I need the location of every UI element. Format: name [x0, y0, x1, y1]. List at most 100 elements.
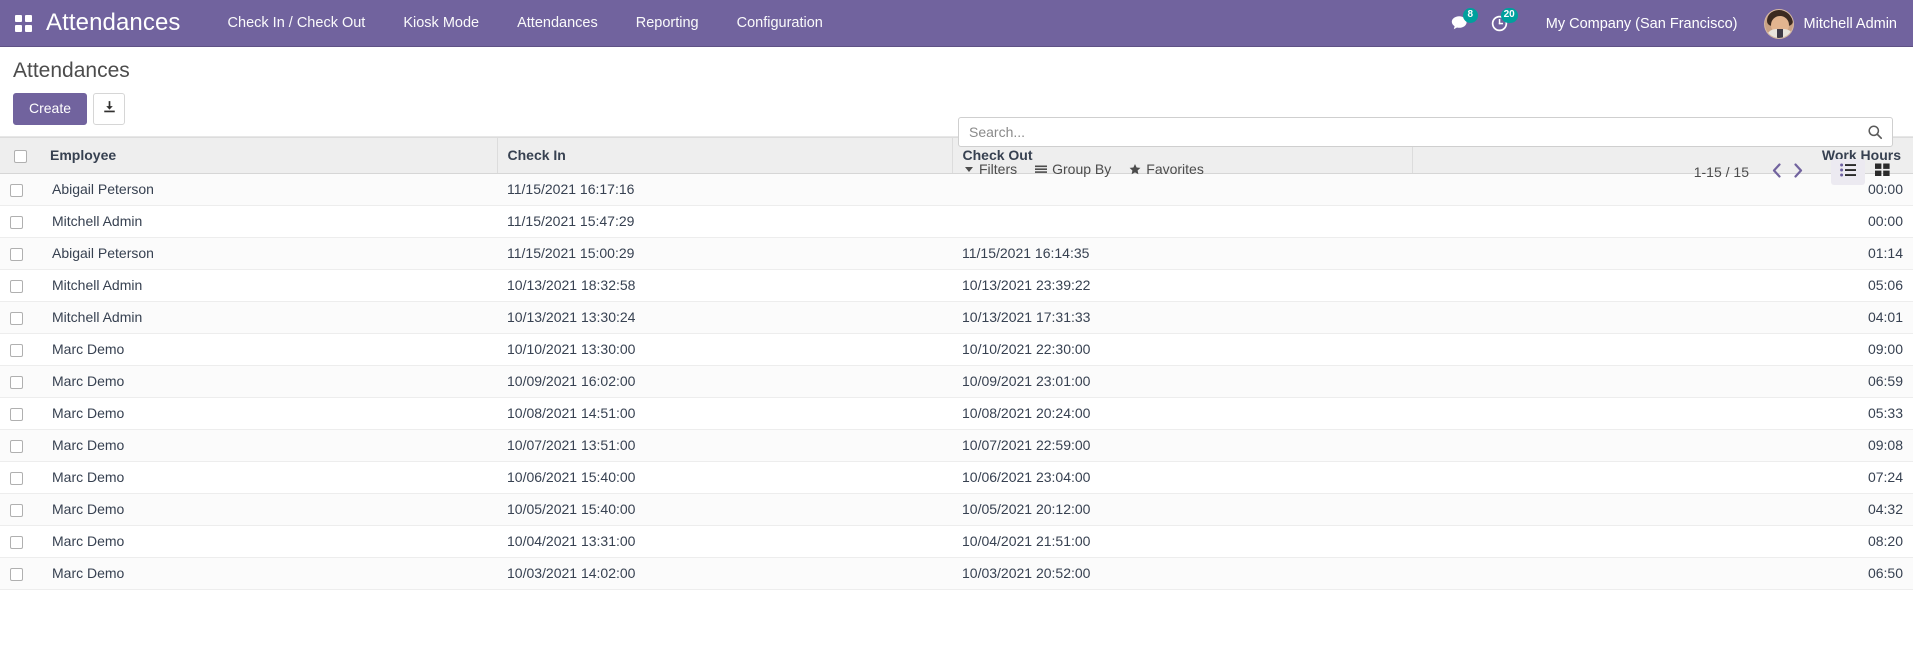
table-row[interactable]: Mitchell Admin 10/13/2021 18:32:58 10/13/2…	[0, 269, 1913, 302]
row-checkbox[interactable]	[10, 279, 23, 293]
table-row[interactable]: Marc Demo 10/05/2021 15:40:00 10/05/2021 2…	[0, 493, 1913, 526]
pager: 1-15 / 15	[1694, 161, 1809, 183]
cell-work-hours: 01:14	[1412, 237, 1913, 270]
cell-work-hours: 05:33	[1412, 397, 1913, 430]
row-select-cell	[0, 461, 42, 494]
app-brand-attendances[interactable]: Attendances	[46, 9, 187, 37]
row-checkbox[interactable]	[10, 535, 23, 549]
company-switcher[interactable]: My Company (San Francisco)	[1520, 16, 1752, 32]
row-checkbox[interactable]	[10, 183, 23, 197]
messages-menu-button[interactable]: 8	[1440, 0, 1480, 47]
row-select-cell	[0, 397, 42, 430]
cell-check-in: 11/15/2021 15:47:29	[497, 205, 952, 238]
table-row[interactable]: Marc Demo 10/06/2021 15:40:00 10/06/2021 2…	[0, 461, 1913, 494]
control-panel-buttons: Create	[13, 93, 130, 125]
row-checkbox[interactable]	[10, 567, 23, 581]
cell-employee: Marc Demo	[42, 493, 497, 526]
select-all-cell	[0, 137, 42, 174]
menu-item-kiosk-mode[interactable]: Kiosk Mode	[384, 0, 498, 47]
cell-employee: Mitchell Admin	[42, 301, 497, 334]
kanban-view-button[interactable]	[1865, 159, 1899, 185]
pager-next-button[interactable]	[1787, 161, 1809, 183]
cell-check-in: 10/08/2021 14:51:00	[497, 397, 952, 430]
cell-employee: Mitchell Admin	[42, 205, 497, 238]
cell-check-out: 10/04/2021 21:51:00	[952, 525, 1412, 558]
row-checkbox[interactable]	[10, 375, 23, 389]
favorites-star-icon	[1129, 163, 1141, 175]
search-icon[interactable]	[1864, 121, 1886, 143]
create-button[interactable]: Create	[13, 93, 88, 125]
apps-grid-icon	[14, 14, 32, 32]
user-menu-button[interactable]: Mitchell Admin	[1752, 8, 1897, 39]
table-row[interactable]: Mitchell Admin 10/13/2021 13:30:24 10/13/2…	[0, 301, 1913, 334]
row-select-cell	[0, 269, 42, 302]
group-by-dropdown[interactable]: Group By	[1029, 159, 1123, 179]
cell-check-in: 10/07/2021 13:51:00	[497, 429, 952, 462]
cell-check-out: 10/05/2021 20:12:00	[952, 493, 1412, 526]
menu-item-attendances[interactable]: Attendances	[498, 0, 617, 47]
row-select-cell	[0, 429, 42, 462]
cell-check-in: 10/13/2021 13:30:24	[497, 301, 952, 334]
pager-previous-button[interactable]	[1765, 161, 1787, 183]
cell-check-out: 11/15/2021 16:14:35	[952, 237, 1412, 270]
row-select-cell	[0, 493, 42, 526]
control-panel: Attendances Create Search... Filters Gro…	[0, 47, 1913, 185]
table-row[interactable]: Marc Demo 10/10/2021 13:30:00 10/10/2021 2…	[0, 333, 1913, 366]
table-row[interactable]: Marc Demo 10/09/2021 16:02:00 10/09/2021 2…	[0, 365, 1913, 398]
cell-check-in: 11/15/2021 16:17:16	[497, 173, 952, 206]
cell-check-out: 10/07/2021 22:59:00	[952, 429, 1412, 462]
row-checkbox[interactable]	[10, 311, 23, 325]
row-select-cell	[0, 237, 42, 270]
cell-employee: Marc Demo	[42, 429, 497, 462]
table-row[interactable]: Marc Demo 10/04/2021 13:31:00 10/04/2021 2…	[0, 525, 1913, 558]
cell-employee: Mitchell Admin	[42, 269, 497, 302]
cell-check-out	[952, 205, 1412, 238]
cell-check-in: 10/09/2021 16:02:00	[497, 365, 952, 398]
row-checkbox[interactable]	[10, 343, 23, 357]
pager-value: 1-15 / 15	[1693, 164, 1749, 180]
table-row[interactable]: Abigail Peterson 11/15/2021 15:00:29 11/15…	[0, 237, 1913, 270]
cell-employee: Marc Demo	[42, 461, 497, 494]
page-title: Attendances	[13, 59, 130, 82]
import-button[interactable]	[93, 93, 126, 125]
column-header-employee[interactable]: Employee	[42, 137, 498, 174]
activities-menu-button[interactable]: 20	[1480, 0, 1520, 47]
messages-counter-badge: 8	[1462, 8, 1478, 23]
cell-check-in: 10/05/2021 15:40:00	[497, 493, 952, 526]
column-header-check-in[interactable]: Check In	[497, 137, 953, 174]
row-checkbox[interactable]	[10, 439, 23, 453]
menu-item-check-in-check-out[interactable]: Check In / Check Out	[209, 0, 385, 47]
view-switcher	[1831, 159, 1899, 185]
row-checkbox[interactable]	[10, 503, 23, 517]
table-row[interactable]: Marc Demo 10/08/2021 14:51:00 10/08/2021 2…	[0, 397, 1913, 430]
menu-item-reporting[interactable]: Reporting	[617, 0, 718, 47]
cell-check-in: 10/10/2021 13:30:00	[497, 333, 952, 366]
search-input[interactable]	[967, 119, 1864, 145]
favorites-dropdown[interactable]: Favorites	[1123, 159, 1216, 179]
table-row[interactable]: Mitchell Admin 11/15/2021 15:47:29 00:00	[0, 205, 1913, 238]
user-name-label: Mitchell Admin	[1803, 15, 1897, 32]
select-all-checkbox[interactable]	[14, 149, 27, 163]
filters-dropdown[interactable]: Filters	[958, 159, 1029, 179]
cell-work-hours: 08:20	[1412, 525, 1913, 558]
cell-work-hours: 06:59	[1412, 365, 1913, 398]
list-view-button[interactable]	[1831, 159, 1865, 185]
avatar	[1763, 8, 1794, 39]
row-checkbox[interactable]	[10, 471, 23, 485]
activities-counter-badge: 20	[1500, 8, 1518, 23]
row-checkbox[interactable]	[10, 215, 23, 229]
menu-item-configuration[interactable]: Configuration	[718, 0, 842, 47]
cell-check-in: 10/13/2021 18:32:58	[497, 269, 952, 302]
cell-work-hours: 05:06	[1412, 269, 1913, 302]
row-select-cell	[0, 365, 42, 398]
cell-employee: Abigail Peterson	[42, 237, 497, 270]
filters-label: Filters	[979, 161, 1018, 177]
apps-menu-button[interactable]	[0, 0, 46, 47]
table-row[interactable]: Marc Demo 10/03/2021 14:02:00 10/03/2021 2…	[0, 557, 1913, 590]
table-body: Abigail Peterson 11/15/2021 16:17:16 00:00…	[0, 173, 1913, 590]
navbar-right-section: 8 20 My Company (San Francisco) Mitchell…	[1440, 0, 1913, 47]
table-row[interactable]: Marc Demo 10/07/2021 13:51:00 10/07/2021 2…	[0, 429, 1913, 462]
row-checkbox[interactable]	[10, 247, 23, 261]
row-checkbox[interactable]	[10, 407, 23, 421]
chevron-left-icon	[1771, 163, 1782, 181]
